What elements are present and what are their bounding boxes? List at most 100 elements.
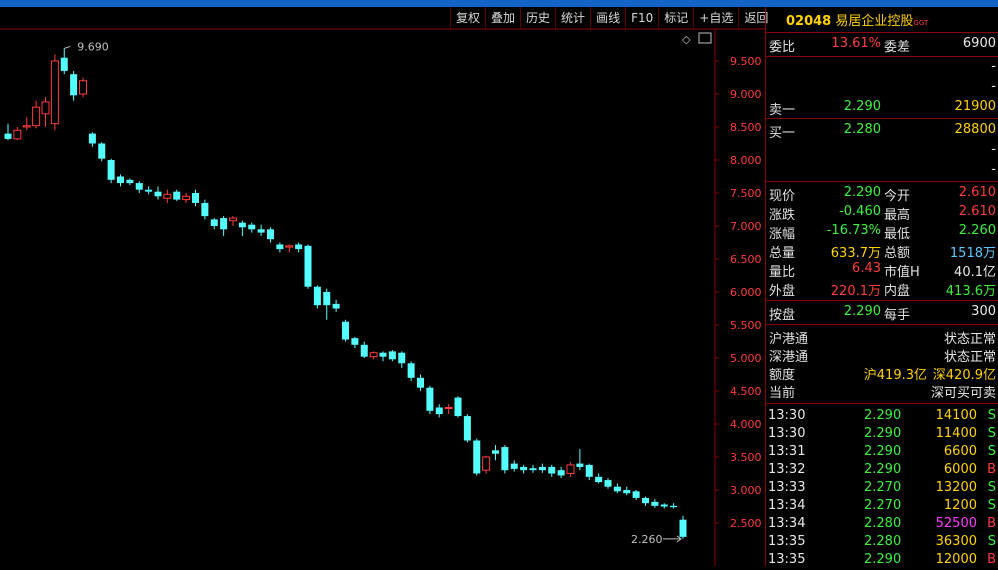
- stock-code: 02048: [786, 14, 832, 29]
- candle-body: [257, 229, 265, 233]
- quote-value: -16.73%: [826, 223, 881, 238]
- toolbar-button[interactable]: F10: [625, 7, 658, 29]
- sh-connect-row: 沪港通 状态正常: [769, 332, 996, 347]
- quote-value: -0.460: [839, 204, 881, 219]
- quote-label: 市值H: [884, 265, 920, 280]
- tick-volume: 6000: [943, 462, 977, 477]
- tick-row[interactable]: 13:30 2.290 11400 S: [766, 426, 998, 444]
- tick-time: 13:34: [768, 516, 806, 531]
- candle-body: [651, 501, 659, 506]
- current-row: 当前 深可买可卖: [769, 386, 996, 401]
- candle-body: [210, 219, 218, 226]
- quote-row: 总量 633.7万 总额 1518万: [766, 242, 998, 261]
- panel-toggle-icon: [698, 32, 712, 44]
- quote-value: 6.43: [852, 261, 881, 276]
- y-tick-label: 8.000: [730, 154, 762, 167]
- tick-row[interactable]: 13:30 2.290 14100 S: [766, 408, 998, 426]
- y-tick-label: 3.500: [730, 451, 762, 464]
- tick-side: B: [987, 462, 996, 477]
- buy1-row[interactable]: 买一 2.280 28800: [766, 122, 998, 141]
- y-tick-label: 5.500: [730, 319, 762, 332]
- tick-price: 2.290: [864, 426, 902, 441]
- candle-body: [295, 244, 303, 250]
- y-tick-label: 7.500: [730, 187, 762, 200]
- candle-body: [126, 179, 134, 184]
- candle-body: [360, 344, 368, 357]
- toolbar-button[interactable]: 标记: [658, 7, 693, 29]
- candle-body: [670, 505, 678, 508]
- candle-body: [313, 286, 321, 306]
- quote-value: 2.290: [843, 185, 881, 200]
- toolbar-button[interactable]: 历史: [520, 7, 555, 29]
- toolbar-button[interactable]: 统计: [555, 7, 590, 29]
- quote-value: 2.610: [958, 204, 996, 219]
- candle-body: [501, 447, 509, 471]
- quote-value: 40.1亿: [954, 265, 996, 280]
- lot-row: 按盘 2.290 每手 300: [769, 304, 996, 323]
- candle-body: [238, 222, 246, 228]
- quote-label: 最低: [884, 227, 911, 242]
- y-tick-label: 9.000: [730, 88, 762, 101]
- candle-body: [98, 143, 106, 159]
- tick-time: 13:30: [768, 408, 806, 423]
- candle-body: [632, 491, 640, 498]
- tick-row[interactable]: 13:33 2.270 13200 S: [766, 480, 998, 498]
- low-marker-label: 2.260: [631, 533, 663, 546]
- tick-volume: 12000: [935, 552, 977, 567]
- candle-body: [220, 218, 228, 230]
- tick-side: S: [987, 498, 996, 513]
- toolbar-button[interactable]: +自选: [693, 7, 738, 29]
- candle-body: [248, 224, 256, 230]
- candle-body: [595, 476, 603, 483]
- quote-value: 2.260: [958, 223, 996, 238]
- tick-row[interactable]: 13:34 2.270 1200 S: [766, 498, 998, 516]
- quote-row: 现价 2.290 今开 2.610: [766, 185, 998, 204]
- tick-side: B: [987, 516, 996, 531]
- tick-volume: 52500: [935, 516, 977, 531]
- candle-body: [417, 377, 424, 388]
- candle-body: [332, 303, 340, 309]
- candle-body: [435, 407, 443, 415]
- candle-body: [342, 321, 349, 340]
- toolbar: 复权 叠加 历史 统计 画线 F10 标记 +自选 返回: [450, 7, 773, 29]
- candle-body: [604, 480, 612, 487]
- candle-body: [13, 129, 22, 140]
- candle-body: [4, 133, 12, 139]
- quote-row: 涨幅 -16.73% 最低 2.260: [766, 223, 998, 242]
- candle-body: [379, 352, 387, 357]
- tick-price: 2.270: [864, 480, 902, 495]
- candle-body: [182, 195, 191, 201]
- candle-body: [520, 466, 528, 471]
- y-tick-label: 4.500: [730, 385, 762, 398]
- candle-body: [351, 338, 359, 345]
- toolbar-button[interactable]: 画线: [590, 7, 625, 29]
- quota-row: 额度 沪419.3亿 深420.9亿: [769, 368, 996, 383]
- tick-volume: 11400: [935, 426, 977, 441]
- tick-row[interactable]: 13:35 2.290 12000 B: [766, 552, 998, 570]
- sell1-row[interactable]: 卖一 2.290 21900: [766, 99, 998, 118]
- candle-body: [557, 470, 565, 476]
- tick-time: 13:31: [768, 444, 806, 459]
- candlestick-chart[interactable]: 9.500 9.000 8.500 8.000 7.500 7.000 6.500 6.000…: [0, 7, 765, 566]
- y-tick-label: 3.000: [730, 484, 762, 497]
- tick-row[interactable]: 13:32 2.290 6000 B: [766, 462, 998, 480]
- quote-value: 2.610: [958, 185, 996, 200]
- tick-price: 2.290: [864, 444, 902, 459]
- tick-row[interactable]: 13:35 2.280 36300 S: [766, 534, 998, 552]
- y-tick-label: 6.500: [730, 253, 762, 266]
- quote-row: 涨跌 -0.460 最高 2.610: [766, 204, 998, 223]
- tick-row[interactable]: 13:34 2.280 52500 B: [766, 516, 998, 534]
- toolbar-button[interactable]: 叠加: [485, 7, 520, 29]
- toolbar-button[interactable]: 复权: [450, 7, 485, 29]
- tick-row[interactable]: 13:31 2.290 6600 S: [766, 444, 998, 462]
- weibi-row: 委比 13.61% 委差 6900: [769, 36, 996, 55]
- buy-filler-row: -: [991, 162, 996, 177]
- quote-label: 外盘: [769, 284, 796, 299]
- quote-label: 量比: [769, 265, 796, 280]
- diamond-icon: ◇: [682, 33, 691, 46]
- quote-label: 涨幅: [769, 227, 796, 242]
- candle-body: [407, 363, 415, 378]
- tick-price: 2.270: [864, 498, 902, 513]
- quote-value: 413.6万: [945, 284, 996, 299]
- tick-volume: 14100: [935, 408, 977, 423]
